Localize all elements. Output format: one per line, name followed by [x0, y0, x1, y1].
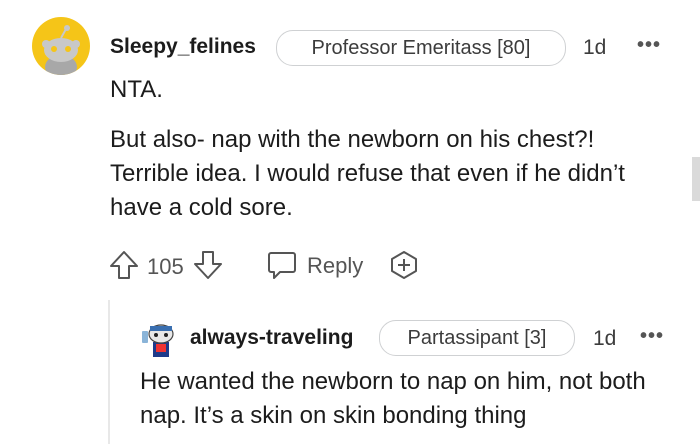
- downvote-icon: [194, 251, 222, 279]
- user-flair: Partassipant [3]: [379, 320, 575, 356]
- more-options-icon[interactable]: •••: [637, 34, 661, 57]
- comment-username[interactable]: Sleepy_felines: [110, 35, 256, 59]
- upvote-button[interactable]: [108, 249, 140, 281]
- snoo-avatar-icon: [42, 25, 80, 75]
- more-options-icon[interactable]: •••: [640, 325, 664, 348]
- reply-icon: [268, 252, 296, 279]
- reply-age[interactable]: 1d: [593, 327, 616, 351]
- snoo-avatar-icon: [142, 324, 174, 357]
- reply-body: He wanted the newborn to nap on him, not…: [140, 368, 646, 429]
- comment-paragraph: NTA.: [110, 76, 163, 103]
- reply-username[interactable]: always-traveling: [190, 326, 353, 350]
- comment-body: NTA. But also- nap with the newborn on h…: [110, 73, 670, 225]
- avatar[interactable]: [32, 17, 90, 75]
- vote-count: 105: [147, 254, 184, 279]
- thread-line[interactable]: [108, 300, 110, 444]
- comment-paragraph: But also- nap with the newborn on his ch…: [110, 126, 625, 221]
- award-button[interactable]: [388, 249, 420, 281]
- user-flair: Professor Emeritass [80]: [276, 30, 566, 66]
- award-icon: [391, 251, 417, 279]
- comment-age[interactable]: 1d: [583, 36, 606, 60]
- reply-button[interactable]: Reply: [266, 247, 374, 281]
- scrollbar[interactable]: [692, 157, 700, 201]
- reply-label: Reply: [307, 253, 364, 278]
- downvote-button[interactable]: [192, 249, 224, 281]
- avatar[interactable]: [140, 317, 182, 359]
- upvote-icon: [110, 251, 138, 279]
